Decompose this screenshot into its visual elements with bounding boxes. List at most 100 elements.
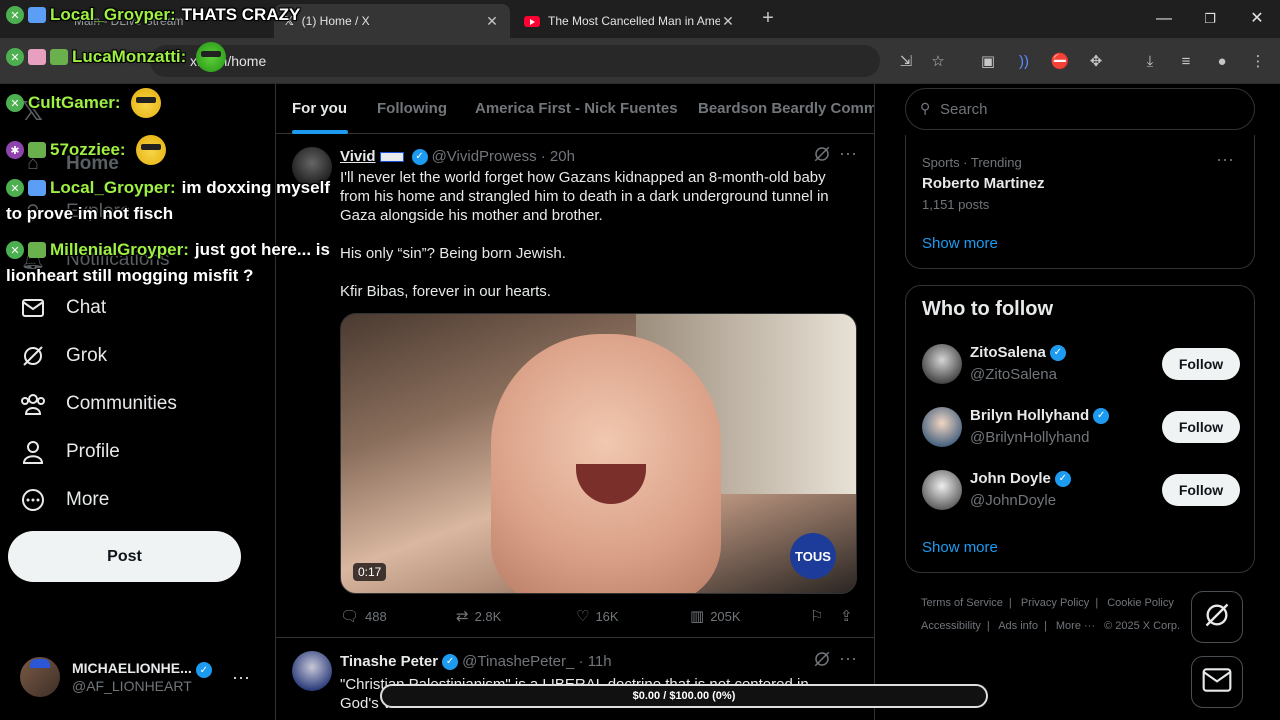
tweet-paragraph: Kfir Bibas, forever in our hearts. — [340, 283, 551, 300]
nav-communities[interactable]: Communities — [20, 384, 177, 424]
show-more-link[interactable]: Show more — [922, 539, 998, 556]
grok-icon — [1203, 601, 1231, 634]
show-more-link[interactable]: Show more — [922, 235, 998, 252]
more-dots-icon[interactable]: ··· — [1216, 149, 1234, 170]
minimize-button[interactable]: — — [1154, 8, 1174, 30]
more-dots-icon[interactable]: ··· — [839, 143, 857, 164]
extensions-puzzle-icon[interactable]: ✥ — [1084, 49, 1108, 73]
grok-fab[interactable] — [1191, 591, 1243, 643]
account-name: MICHAELIONHE... ✓ — [72, 660, 222, 679]
footer-link[interactable]: Terms of Service — [921, 597, 1003, 609]
search-input[interactable]: ⚲ Search — [905, 88, 1255, 130]
chat-username: CultGamer: — [28, 93, 121, 112]
follow-button[interactable]: Follow — [1162, 411, 1240, 443]
extension-audio-icon[interactable]: )) — [1012, 49, 1036, 73]
views-button[interactable]: ▥ 205K — [690, 607, 741, 625]
badge-icon: ✕ — [6, 179, 24, 197]
badge-icon — [28, 180, 46, 196]
nav-profile[interactable]: Profile — [20, 432, 120, 472]
tab-title: The Most Cancelled Man in America — [548, 14, 720, 28]
extension-icon[interactable]: ▣ — [976, 49, 1000, 73]
chat-message: ✕ LucaMonzatti: — [6, 42, 227, 72]
address-bar[interactable]: x.com/home — [150, 45, 880, 77]
like-button[interactable]: ♡ 16K — [576, 607, 619, 625]
nav-chat[interactable]: Chat — [20, 288, 106, 328]
footer-link[interactable]: More ··· — [1056, 620, 1095, 632]
home-timeline: For you Following America First - Nick F… — [276, 84, 875, 720]
tweet-author-name[interactable]: Tinashe Peter — [340, 653, 438, 670]
tweet-time[interactable]: 11h — [588, 653, 612, 670]
footer-link[interactable]: Ads info — [998, 620, 1038, 632]
chat-username: 57ozziee: — [50, 140, 126, 159]
tab-america-first[interactable]: America First - Nick Fuentes — [475, 100, 678, 117]
avatar[interactable] — [922, 407, 962, 447]
grok-icon[interactable] — [813, 650, 831, 672]
restore-button[interactable]: ❐ — [1200, 8, 1220, 30]
messages-fab[interactable] — [1191, 656, 1243, 708]
browser-menu-icon[interactable]: ⋮ — [1246, 49, 1270, 73]
nav-label: Grok — [66, 345, 108, 366]
follow-button[interactable]: Follow — [1162, 348, 1240, 380]
post-button[interactable]: Post — [8, 531, 241, 582]
envelope-icon — [20, 295, 46, 321]
share-button[interactable]: ⇪ — [840, 607, 859, 625]
chat-message: ✕ Local_Groyper: THATS CRAZY — [6, 5, 300, 25]
grok-icon — [20, 343, 46, 369]
repost-button[interactable]: ⇄ 2.8K — [456, 607, 501, 625]
donation-goal-bar: $0.00 / $100.00 (0%) — [380, 684, 988, 708]
bookmark-star-icon[interactable]: ☆ — [926, 49, 950, 73]
follow-suggestion[interactable]: ZitoSalena ✓ @ZitoSalena Follow — [922, 340, 1240, 388]
profile-avatar-icon[interactable]: ● — [1210, 49, 1234, 73]
tweet-time[interactable]: 20h — [550, 148, 575, 165]
reply-button[interactable]: 🗨︎ 488 — [340, 607, 387, 625]
close-icon[interactable]: ✕ — [484, 13, 500, 30]
avatar[interactable] — [922, 470, 962, 510]
media-controls-icon[interactable]: ≡ — [1174, 49, 1198, 73]
footer-link[interactable]: Cookie Policy — [1107, 597, 1174, 609]
tweet-handle[interactable]: @TinashePeter_ — [462, 653, 574, 670]
follow-button[interactable]: Follow — [1162, 474, 1240, 506]
more-dots-icon[interactable]: ··· — [232, 667, 250, 688]
footer-link[interactable]: Accessibility — [921, 620, 981, 632]
downloads-icon[interactable]: ⤓ — [1138, 49, 1162, 73]
window-close-button[interactable]: ✕ — [1247, 8, 1267, 30]
tweet[interactable]: Vivid ✓ @VividProwess · 20h ··· I'll nev… — [276, 135, 874, 638]
browser-tab-x-home[interactable]: 𝕏 (1) Home / X ✕ — [274, 4, 510, 38]
tweet-video[interactable]: 0:17 TOUS — [340, 313, 857, 594]
nav-more[interactable]: More — [20, 480, 109, 520]
chat-text: lionheart still mogging misfit ? — [6, 266, 254, 285]
trend-name[interactable]: Roberto Martinez — [922, 175, 1045, 192]
close-icon[interactable]: ✕ — [720, 13, 736, 30]
nav-label: More — [66, 489, 110, 510]
tab-beardson-community[interactable]: Beardson Beardly Commu — [698, 100, 874, 117]
tab-following[interactable]: Following — [377, 100, 447, 117]
follow-suggestion[interactable]: Brilyn Hollyhand ✓ @BrilynHollyhand Follo… — [922, 403, 1240, 451]
emote-icon — [135, 135, 166, 165]
footer-link[interactable]: Privacy Policy — [1021, 597, 1089, 609]
nav-grok[interactable]: Grok — [20, 336, 107, 376]
new-tab-button[interactable]: + — [758, 8, 778, 28]
follow-suggestion[interactable]: John Doyle ✓ @JohnDoyle Follow — [922, 466, 1240, 514]
timeline-tabs: For you Following America First - Nick F… — [276, 84, 874, 134]
browser-tab-youtube[interactable]: The Most Cancelled Man in America ✕ — [514, 4, 746, 38]
chat-username: LucaMonzatti: — [72, 47, 187, 66]
account-handle: @AF_LIONHEART — [72, 678, 192, 695]
nav-label: Chat — [66, 297, 107, 318]
tweet-author-name[interactable]: Vivid — [340, 148, 376, 165]
tweet-handle[interactable]: @VividProwess — [432, 148, 537, 165]
extension-block-icon[interactable]: ⛔ — [1048, 49, 1072, 73]
avatar[interactable] — [292, 651, 332, 691]
gift-icon — [28, 49, 46, 65]
grok-icon[interactable] — [813, 145, 831, 167]
badge-icon: ✱ — [6, 141, 24, 159]
tab-for-you[interactable]: For you — [292, 100, 347, 117]
install-app-icon[interactable]: ⇲ — [894, 49, 918, 73]
verified-icon: ✓ — [195, 662, 212, 679]
separator: · — [536, 148, 550, 165]
avatar[interactable] — [922, 344, 962, 384]
bookmark-button[interactable]: ⚐ — [810, 607, 829, 625]
more-dots-icon[interactable]: ··· — [839, 648, 857, 669]
suggestion-handle: @BrilynHollyhand — [970, 429, 1090, 446]
account-switcher[interactable]: MICHAELIONHE... ✓ @AF_LIONHEART ··· — [20, 654, 266, 700]
chat-message: ✕ Local_Groyper: im doxxing myself — [6, 178, 330, 198]
